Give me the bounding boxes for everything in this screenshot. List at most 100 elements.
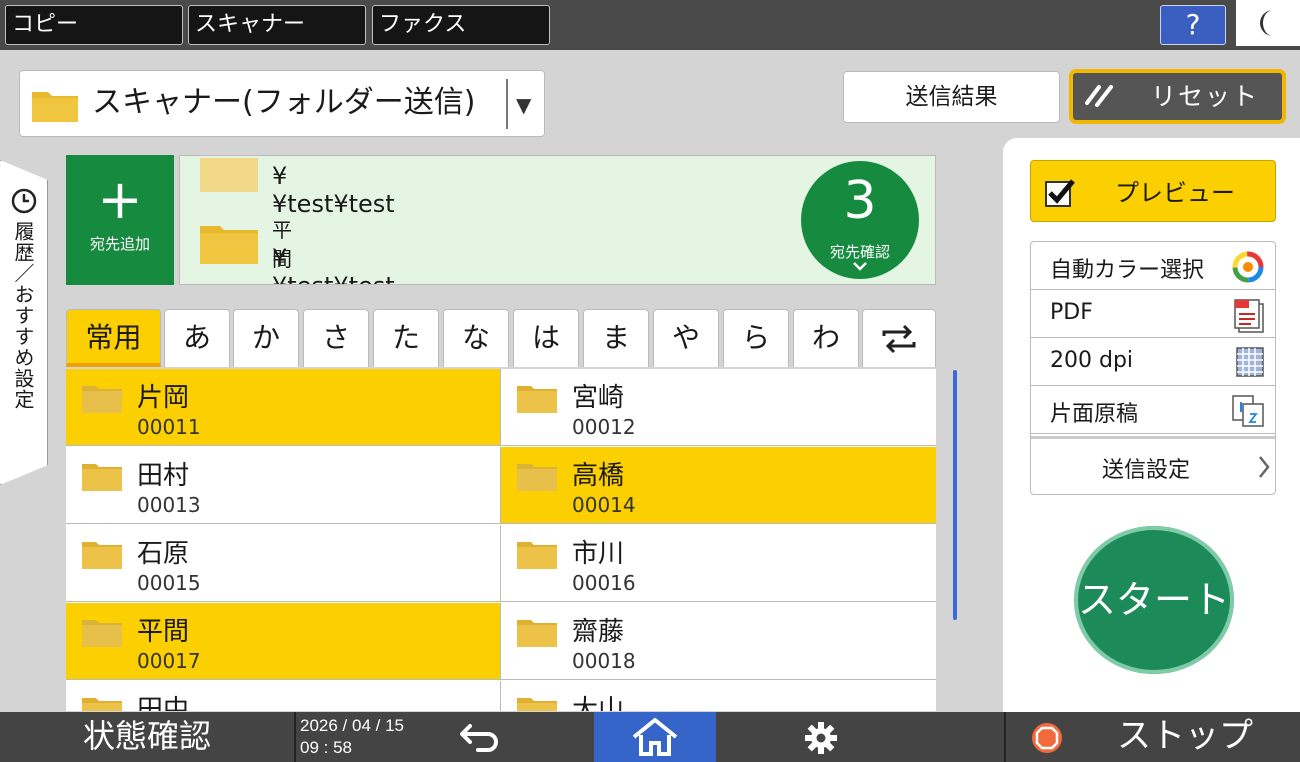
tab-ma[interactable]: ま [583,309,649,367]
clock-icon [11,188,37,214]
help-button[interactable]: ? [1160,5,1226,45]
top-bar: コピー スキャナー ファクス ? [0,0,1300,50]
bottom-bar: 状態確認 2026 / 04 / 15 09 : 58 ストップ [0,712,1300,762]
address-name: 宮崎 [572,383,625,413]
folder-icon [517,386,557,413]
tab-copy[interactable]: コピー [5,5,183,45]
address-name: 高橋 [572,461,625,491]
tab-sa[interactable]: さ [303,309,369,367]
function-select[interactable]: スキャナー(フォルダー送信) ▼ [19,70,545,137]
original-setting[interactable]: 片面原稿 [1031,386,1275,434]
divider [506,79,508,129]
tab-ha[interactable]: は [513,309,579,367]
reset-button[interactable]: リセット [1069,69,1286,124]
chevron-right-icon [1259,456,1270,478]
folder-icon [82,464,122,491]
tab-scanner[interactable]: スキャナー [188,5,366,45]
address-code: 00015 [137,571,201,595]
address-entry[interactable]: 大山 [501,681,936,711]
swap-icon [882,324,916,354]
destination-confirm-label: 宛先確認 [829,243,890,261]
tab-ka[interactable]: か [233,309,299,367]
address-entry[interactable]: 片岡 00011 [66,369,501,446]
destination-path: ¥¥test¥test [272,162,395,218]
folder-icon [82,542,122,569]
plus-icon: + [97,168,143,231]
send-settings-label: 送信設定 [1101,458,1190,483]
tab-a[interactable]: あ [164,309,230,367]
tab-frequent[interactable]: 常用 [66,309,161,367]
preview-toggle[interactable]: プレビュー [1030,160,1276,222]
stop-label: ストップ [1117,716,1253,756]
address-code: 00013 [137,493,201,517]
divider [1004,712,1006,762]
address-name: 田村 [137,461,190,491]
index-tabs: 常用 あ か さ た な は ま や ら わ [66,309,936,367]
status-check-button[interactable]: 状態確認 [0,712,294,762]
address-entry[interactable]: 高橋 00014 [501,447,936,524]
selected-destinations[interactable]: ¥¥test¥test 平間 ¥¥test¥test 3 宛先確認 [179,155,936,285]
file-format-setting[interactable]: PDF [1031,290,1275,338]
start-button[interactable]: スタート [1074,526,1234,674]
send-settings-button[interactable]: 送信設定 [1031,436,1275,494]
resolution-setting[interactable]: 200 dpi [1031,338,1275,386]
tab-wa[interactable]: わ [793,309,859,367]
single-sided-icon [1232,395,1264,427]
folder-icon [200,158,258,192]
resolution-label: 200 dpi [1050,348,1134,373]
folder-icon [82,698,122,711]
address-name: 平間 [137,617,190,647]
gear-icon[interactable] [804,721,838,755]
home-icon [632,718,678,756]
night-mode-button[interactable] [1236,0,1300,46]
address-code: 00016 [572,571,636,595]
add-destination-button[interactable]: + 宛先追加 [66,155,174,285]
tab-fax[interactable]: ファクス [372,5,550,45]
history-recommend-tab[interactable]: 履歴／おすすめ設定 [0,160,48,485]
folder-icon [82,386,122,413]
address-list: 片岡 00011 宮崎 00012 田村 00013 高橋 00014 石原 0… [66,369,936,711]
pdf-icon [1234,299,1264,333]
destination-count: 3 [843,171,877,231]
home-button[interactable] [594,712,716,762]
address-entry[interactable]: 田村 00013 [66,447,501,524]
chevron-down-icon: ▼ [516,93,532,117]
back-icon[interactable] [458,722,502,752]
stop-button[interactable]: ストップ [1007,712,1300,762]
tab-ta[interactable]: た [373,309,439,367]
function-label: スキャナー(フォルダー送信) [92,85,476,120]
address-entry[interactable]: 田中 [66,681,501,711]
destination-path: ¥¥test¥test [272,244,395,284]
tab-ra[interactable]: ら [723,309,789,367]
reset-icon [1085,85,1113,107]
address-entry[interactable]: 齋藤 00018 [501,603,936,680]
send-result-button[interactable]: 送信結果 [843,71,1060,123]
folder-icon [517,542,557,569]
destination-confirm-button[interactable]: 3 宛先確認 [801,161,919,279]
folder-icon [517,698,557,711]
tab-switch[interactable] [862,309,936,367]
format-label: PDF [1050,300,1093,325]
scan-settings: 自動カラー選択 PDF 200 dpi 片面原稿 送信設定 [1030,241,1276,495]
address-code: 00018 [572,649,636,673]
address-entry[interactable]: 石原 00015 [66,525,501,602]
address-name: 齋藤 [572,617,625,647]
address-code: 00011 [137,415,201,439]
reset-label: リセット [1151,82,1260,111]
folder-icon [32,92,78,122]
color-wheel-icon [1232,251,1264,283]
datetime: 2026 / 04 / 15 09 : 58 [300,715,404,759]
color-setting[interactable]: 自動カラー選択 [1031,242,1275,290]
address-entry[interactable]: 平間 00017 [66,603,501,680]
folder-icon [517,464,557,491]
list-scrollbar[interactable] [953,370,957,620]
folder-icon [517,620,557,647]
folder-icon [200,226,258,264]
address-entry[interactable]: 宮崎 00012 [501,369,936,446]
tab-na[interactable]: な [443,309,509,367]
tab-ya[interactable]: や [653,309,719,367]
settings-panel: プレビュー 自動カラー選択 PDF 200 dpi 片面原稿 送信設定 スタート [1003,138,1300,712]
address-entry[interactable]: 市川 00016 [501,525,936,602]
time-text: 09 : 58 [300,738,352,757]
address-name: 市川 [572,539,625,569]
